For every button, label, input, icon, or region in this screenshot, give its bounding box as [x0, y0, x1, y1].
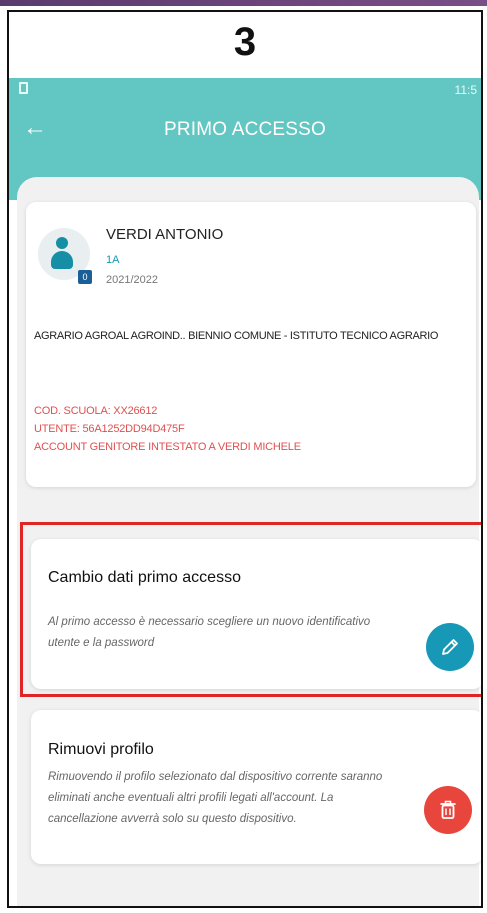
change-card-description: Al primo accesso è necessario scegliere …: [48, 616, 371, 649]
screenshot-frame: 3 11:5 ← PRIMO ACCESSO 0 VERDI ANTONIO 1…: [7, 10, 483, 908]
remove-card-title: Rimuovi profilo: [48, 741, 154, 758]
school-description: AGRARIO AGROAL AGROIND.. BIENNIO COMUNE …: [34, 330, 439, 342]
user-code: UTENTE: 56A1252DD94D475F: [34, 423, 185, 435]
remove-profile-card[interactable]: Rimuovi profilo Rimuovendo il profilo se…: [31, 710, 481, 864]
avatar-badge: 0: [78, 270, 92, 284]
change-credentials-card[interactable]: Cambio dati primo accesso Al primo acces…: [31, 539, 481, 689]
sim-icon: [19, 82, 28, 94]
school-year: 2021/2022: [106, 274, 158, 286]
person-icon: [56, 237, 68, 249]
student-name: VERDI ANTONIO: [106, 226, 224, 243]
trash-icon: [440, 800, 456, 819]
app-bar: ← PRIMO ACCESSO: [9, 102, 481, 160]
top-decoration-band: [0, 0, 487, 6]
remove-card-description: Rimuovendo il profilo selezionato dal di…: [48, 771, 383, 825]
edit-button[interactable]: [426, 623, 474, 671]
profile-card: 0 VERDI ANTONIO 1A 2021/2022 AGRARIO AGR…: [26, 202, 476, 487]
status-bar: 11:5: [9, 78, 481, 102]
student-class: 1A: [106, 254, 120, 266]
step-number: 3: [233, 20, 257, 64]
status-clock: 11:5: [454, 83, 477, 97]
person-icon-body: [51, 251, 73, 269]
account-owner: ACCOUNT GENITORE INTESTATO A VERDI MICHE…: [34, 441, 301, 453]
delete-button[interactable]: [424, 786, 472, 834]
change-card-title: Cambio dati primo accesso: [48, 569, 241, 586]
school-code: COD. SCUOLA: XX26612: [34, 405, 158, 417]
pencil-icon: [442, 639, 458, 655]
page-title: PRIMO ACCESSO: [163, 119, 327, 140]
